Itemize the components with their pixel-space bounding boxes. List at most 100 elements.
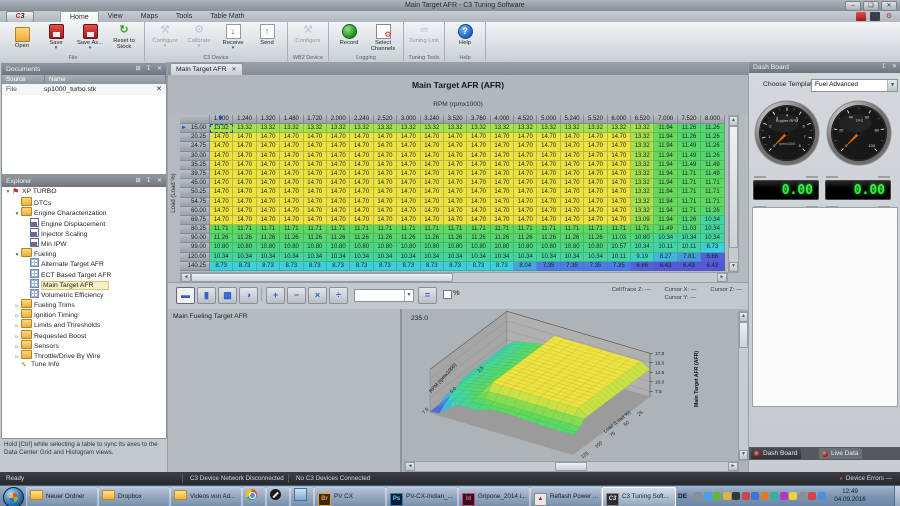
document-tab[interactable]: Main Target AFR✕: [170, 63, 243, 75]
collapse-icon[interactable]: ▾: [4, 187, 12, 197]
table-cell[interactable]: 14.70: [397, 207, 420, 216]
scrollbar-thumb[interactable]: [191, 273, 453, 282]
table-cell[interactable]: 6.43: [654, 262, 677, 271]
table-cell[interactable]: 14.70: [584, 170, 607, 179]
table-cell[interactable]: 14.70: [491, 133, 514, 142]
table-cell[interactable]: 10.57: [608, 243, 631, 252]
tree-item-alternate-target-afr[interactable]: Alternate Target AFR: [2, 258, 166, 268]
table-cell[interactable]: 11.26: [701, 152, 724, 161]
table-cell[interactable]: 14.70: [304, 216, 327, 225]
table-cell[interactable]: 11.26: [678, 216, 701, 225]
document-row[interactable]: File sp1000_turbo.stk ✕: [2, 84, 166, 95]
table-cell[interactable]: 11.71: [491, 225, 514, 234]
scroll-left-icon[interactable]: ◄: [181, 273, 191, 282]
ribbon-tab-tools[interactable]: Tools: [167, 11, 201, 22]
table-cell[interactable]: 11.26: [678, 133, 701, 142]
column-header-5.240[interactable]: 5.240: [561, 115, 584, 124]
column-header-1.240[interactable]: 1.240: [233, 115, 256, 124]
table-cell[interactable]: 11.71: [561, 225, 584, 234]
table-cell[interactable]: 14.70: [608, 216, 631, 225]
table-cell[interactable]: 14.70: [608, 152, 631, 161]
scroll-left-icon[interactable]: ◄: [405, 462, 415, 471]
table-cell[interactable]: 14.70: [444, 216, 467, 225]
table-cell[interactable]: 14.70: [350, 188, 373, 197]
table-cell[interactable]: 13.32: [561, 124, 584, 133]
tree-item-injector-scaling[interactable]: Injector Scaling: [2, 228, 166, 238]
table-cell[interactable]: 14.70: [374, 216, 397, 225]
scrollbar-thumb[interactable]: [729, 126, 738, 248]
table-cell[interactable]: 7.81: [678, 253, 701, 262]
column-header-3.760[interactable]: 3.760: [467, 115, 490, 124]
table-cell[interactable]: 14.70: [210, 179, 233, 188]
column-header-1.320[interactable]: 1.320: [257, 115, 280, 124]
fill-table-button[interactable]: ▩: [218, 287, 237, 304]
tree-item-limits-and-thresholds[interactable]: ▹Limits and Thresholds: [2, 319, 166, 329]
table-cell[interactable]: 10.34: [397, 253, 420, 262]
table-cell[interactable]: 14.70: [327, 170, 350, 179]
table-cell[interactable]: 10.80: [210, 243, 233, 252]
table-cell[interactable]: 14.70: [397, 179, 420, 188]
table-cell[interactable]: 13.32: [608, 124, 631, 133]
table-cell[interactable]: 14.70: [584, 179, 607, 188]
table-cell[interactable]: 11.71: [233, 225, 256, 234]
table-cell[interactable]: 14.70: [421, 152, 444, 161]
table-cell[interactable]: 11.71: [467, 225, 490, 234]
table-cell[interactable]: 10.34: [701, 225, 724, 234]
table-cell[interactable]: 11.94: [654, 207, 677, 216]
table-cell[interactable]: 14.70: [421, 207, 444, 216]
fill-row-button[interactable]: ▬: [176, 287, 195, 304]
table-cell[interactable]: 14.70: [210, 207, 233, 216]
table-cell[interactable]: 14.70: [397, 188, 420, 197]
table-cell[interactable]: 13.32: [327, 124, 350, 133]
open-button[interactable]: Open: [5, 23, 39, 49]
table-cell[interactable]: 14.70: [584, 216, 607, 225]
tray-icon-1[interactable]: [694, 492, 702, 500]
table-cell[interactable]: 14.70: [280, 188, 303, 197]
table-cell[interactable]: 10.34: [280, 253, 303, 262]
row-header-45.00[interactable]: 45.00: [180, 179, 210, 188]
table-cell[interactable]: 11.71: [280, 225, 303, 234]
help-button[interactable]: ?Help: [448, 23, 482, 46]
table-cell[interactable]: 14.70: [514, 216, 537, 225]
table-cell[interactable]: 11.49: [701, 170, 724, 179]
table-cell[interactable]: 14.70: [397, 170, 420, 179]
table-cell[interactable]: 10.34: [514, 253, 537, 262]
table-cell[interactable]: 11.26: [584, 234, 607, 243]
table-cell[interactable]: 14.70: [561, 216, 584, 225]
column-header-2.240[interactable]: 2.240: [350, 115, 373, 124]
tree-item-tune-info[interactable]: ✎Tune Info: [2, 360, 166, 370]
table-cell[interactable]: 14.70: [304, 198, 327, 207]
table-cell[interactable]: 6.43: [678, 262, 701, 271]
dropdown-arrow-icon[interactable]: ▾: [39, 46, 73, 50]
table-cell[interactable]: 14.70: [537, 207, 560, 216]
pin-icon[interactable]: ↧: [146, 66, 153, 72]
table-cell[interactable]: 13.32: [304, 124, 327, 133]
column-header-5.000[interactable]: 5.000: [537, 115, 560, 124]
chevron-down-icon[interactable]: ▼: [404, 290, 413, 301]
table-cell[interactable]: 13.32: [631, 133, 654, 142]
column-header-4.000[interactable]: 4.000: [491, 115, 514, 124]
table-cell[interactable]: 13.32: [444, 124, 467, 133]
table-cell[interactable]: 11.26: [304, 234, 327, 243]
table-cell[interactable]: 10.34: [701, 234, 724, 243]
quick-settings-icon[interactable]: ⚙: [884, 12, 894, 21]
dropdown-arrow-icon[interactable]: ▾: [182, 44, 216, 48]
column-header-8.000[interactable]: 8.000: [701, 115, 724, 124]
table-cell[interactable]: 14.70: [467, 142, 490, 151]
table-cell[interactable]: 10.80: [561, 243, 584, 252]
table-cell[interactable]: 11.49: [654, 225, 677, 234]
table-cell[interactable]: 14.70: [327, 188, 350, 197]
table-cell[interactable]: 8.73: [327, 262, 350, 271]
add-button[interactable]: +: [266, 287, 285, 304]
table-cell[interactable]: 14.70: [210, 198, 233, 207]
tray-icon-9[interactable]: [770, 492, 778, 500]
scroll-up-icon[interactable]: ▲: [739, 312, 748, 322]
table-cell[interactable]: 13.32: [350, 124, 373, 133]
table-cell[interactable]: 13.32: [514, 124, 537, 133]
table-cell[interactable]: 14.70: [257, 152, 280, 161]
table-cell[interactable]: 14.70: [327, 142, 350, 151]
table-cell[interactable]: 11.94: [654, 124, 677, 133]
table-cell[interactable]: 14.70: [374, 207, 397, 216]
table-cell[interactable]: 14.70: [537, 133, 560, 142]
table-cell[interactable]: 8.73: [280, 262, 303, 271]
